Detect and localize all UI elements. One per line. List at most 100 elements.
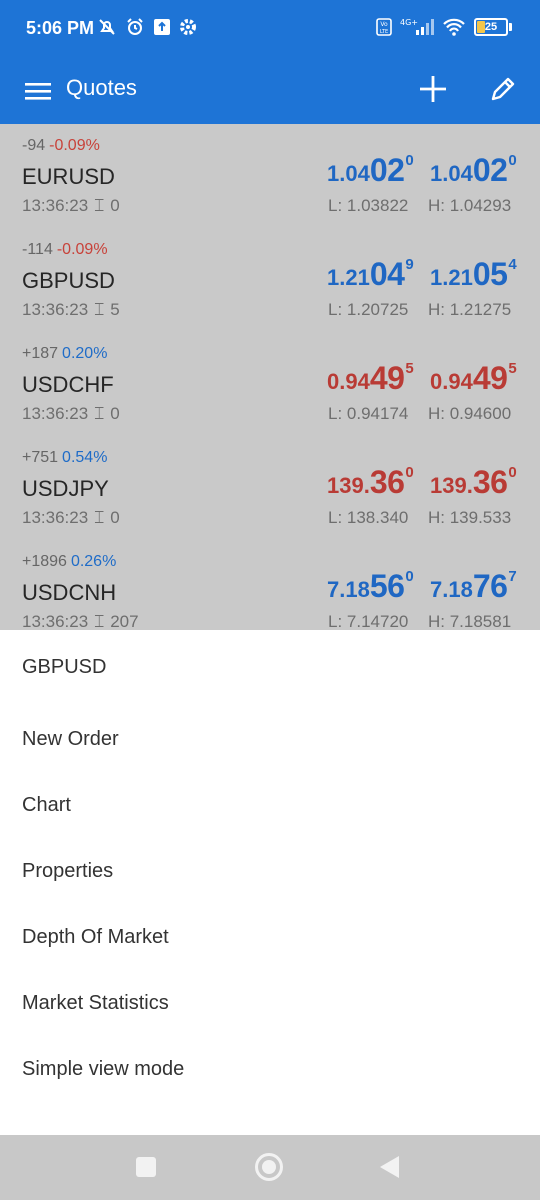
low-price: L: 7.14720 xyxy=(328,612,409,630)
quote-row[interactable]: -94 -0.09% EURUSD 13:36:23 ⌶ 0 1.04020 1.04… xyxy=(0,124,540,228)
system-nav-bar xyxy=(0,1135,540,1200)
change-points: +751 xyxy=(22,449,59,466)
change-percent: 0.54% xyxy=(62,449,108,466)
bid-price: 1.04020 xyxy=(327,152,414,189)
quote-spread: 207 xyxy=(110,612,139,630)
price-pips: 49 xyxy=(472,360,508,396)
spread-icon: ⌶ xyxy=(94,300,105,319)
change-points: +1896 xyxy=(22,553,67,570)
volte-icon: VoLTE xyxy=(376,18,392,36)
price-fraction: 9 xyxy=(405,256,414,273)
battery-body: 25 xyxy=(474,18,508,36)
back-icon[interactable] xyxy=(380,1156,399,1178)
settings-icon xyxy=(180,19,196,35)
ask-price: 0.94495 xyxy=(430,360,517,397)
change-percent: 0.26% xyxy=(70,553,117,570)
price-pips: 49 xyxy=(369,360,405,396)
battery-level: 25 xyxy=(484,21,498,33)
price-prefix: 0.94 xyxy=(327,369,370,394)
bid-price: 7.18560 xyxy=(327,568,414,605)
change-points: +187 xyxy=(22,345,59,362)
quote-symbol: GBPUSD xyxy=(22,268,115,293)
price-fraction: 0 xyxy=(405,464,414,481)
low-price: L: 0.94174 xyxy=(328,404,409,423)
price-pips: 02 xyxy=(472,152,508,188)
low-price: L: 1.20725 xyxy=(328,300,409,319)
quote-meta: 13:36:23 ⌶ 207 xyxy=(22,612,139,630)
price-fraction: 0 xyxy=(405,568,414,585)
menu-item-chart[interactable]: Chart xyxy=(0,772,540,838)
high-price: H: 7.18581 xyxy=(428,612,512,630)
ask-price: 7.18767 xyxy=(430,568,517,605)
menu-item-depth-of-market[interactable]: Depth Of Market xyxy=(0,904,540,970)
price-fraction: 0 xyxy=(405,152,414,169)
high-price: H: 139.533 xyxy=(428,508,512,527)
price-pips: 02 xyxy=(369,152,405,188)
recent-apps-icon[interactable] xyxy=(136,1157,156,1177)
app-bar: Quotes xyxy=(0,58,540,124)
wifi-icon xyxy=(443,18,465,36)
quote-spread: 0 xyxy=(110,196,120,215)
price-fraction: 5 xyxy=(508,360,517,377)
quote-symbol: EURUSD xyxy=(22,164,115,189)
bid-price: 1.21049 xyxy=(327,256,414,293)
quote-time: 13:36:23 xyxy=(22,300,89,319)
quote-spread: 0 xyxy=(110,404,120,423)
quote-row[interactable]: +187 0.20% USDCHF 13:36:23 ⌶ 0 0.94495 0.94… xyxy=(0,332,540,436)
high-price: H: 0.94600 xyxy=(428,404,512,423)
battery-cap xyxy=(509,23,512,31)
price-prefix: 7.18 xyxy=(327,577,370,602)
price-prefix: 1.04 xyxy=(327,161,370,186)
spread-icon: ⌶ xyxy=(94,508,105,527)
svg-text:Vo: Vo xyxy=(380,21,388,28)
price-prefix: 139. xyxy=(430,473,473,498)
price-fraction: 7 xyxy=(508,568,517,585)
change-points: -114 xyxy=(22,241,53,258)
price-prefix: 139. xyxy=(327,473,370,498)
price-pips: 56 xyxy=(369,568,405,604)
spread-icon: ⌶ xyxy=(94,612,105,630)
alarm-icon xyxy=(127,18,143,35)
page-title: Quotes xyxy=(66,75,137,100)
upload-icon xyxy=(154,19,170,35)
price-prefix: 1.21 xyxy=(327,265,370,290)
mute-icon xyxy=(99,19,115,35)
quote-symbol: USDCHF xyxy=(22,372,114,397)
battery-fill xyxy=(477,21,485,33)
quote-time: 13:36:23 xyxy=(22,196,89,215)
quote-change: +751 0.54% xyxy=(22,449,107,467)
quote-spread: 0 xyxy=(110,508,120,527)
plus-icon[interactable] xyxy=(414,70,452,108)
quote-row[interactable]: +1896 0.26% USDCNH 13:36:23 ⌶ 207 7.18560 7… xyxy=(0,540,540,630)
menu-item-properties[interactable]: Properties xyxy=(0,838,540,904)
menu-item-new-order[interactable]: New Order xyxy=(0,706,540,772)
quote-row[interactable]: +751 0.54% USDJPY 13:36:23 ⌶ 0 139.360 139.… xyxy=(0,436,540,540)
price-prefix: 7.18 xyxy=(430,577,473,602)
quote-symbol: USDJPY xyxy=(22,476,109,501)
context-menu-title: GBPUSD xyxy=(22,656,107,678)
pencil-icon[interactable] xyxy=(484,70,522,108)
quote-change: -114 -0.09% xyxy=(22,241,108,259)
battery-icon: 25 xyxy=(474,18,512,36)
menu-icon[interactable] xyxy=(24,77,52,105)
ask-price: 1.04020 xyxy=(430,152,517,189)
low-price: L: 1.03822 xyxy=(328,196,409,215)
svg-text:LTE: LTE xyxy=(380,29,388,35)
price-prefix: 1.04 xyxy=(430,161,473,186)
price-pips: 04 xyxy=(369,256,405,292)
quote-meta: 13:36:23 ⌶ 0 xyxy=(22,404,120,424)
menu-item-market-statistics[interactable]: Market Statistics xyxy=(0,970,540,1036)
status-icons-right: Vo LTE 4G+ 25 xyxy=(376,17,512,37)
change-percent: 0.20% xyxy=(62,345,108,362)
change-percent: -0.09% xyxy=(56,241,108,258)
quote-row[interactable]: -114 -0.09% GBPUSD 13:36:23 ⌶ 5 1.21049 1.2… xyxy=(0,228,540,332)
ask-price: 1.21054 xyxy=(430,256,517,293)
signal-icon: 4G+ xyxy=(400,18,434,35)
quote-time: 13:36:23 xyxy=(22,508,89,527)
change-percent: -0.09% xyxy=(49,137,100,154)
svg-text:4G+: 4G+ xyxy=(400,18,418,27)
price-fraction: 4 xyxy=(508,256,517,273)
quote-change: +1896 0.26% xyxy=(22,553,116,571)
home-icon[interactable] xyxy=(255,1153,283,1181)
menu-item-simple-view-mode[interactable]: Simple view mode xyxy=(0,1036,540,1102)
